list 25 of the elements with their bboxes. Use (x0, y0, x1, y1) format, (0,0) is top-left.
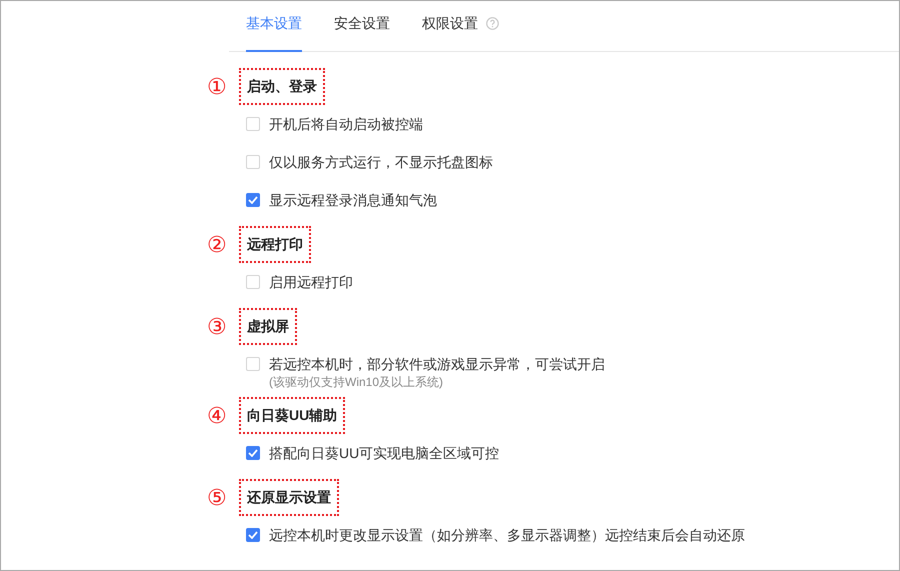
option-label: 仅以服务方式运行，不显示托盘图标 (269, 153, 493, 172)
section-heading: 启动、登录 (239, 68, 325, 105)
number-marker: ② (207, 232, 228, 256)
checkbox[interactable] (246, 528, 260, 542)
number-marker: ③ (207, 314, 228, 338)
tab[interactable]: 权限设置 (422, 1, 499, 52)
tab[interactable]: 安全设置 (334, 1, 390, 52)
tab[interactable]: 基本设置 (246, 1, 302, 52)
option-note: (该驱动仅支持Win10及以上系统) (269, 374, 444, 390)
option-label: 远控本机时更改显示设置（如分辨率、多显示器调整）远控结束后会自动还原 (269, 526, 745, 545)
number-marker: ⑤ (207, 486, 228, 510)
checkbox[interactable] (246, 193, 260, 207)
option-label: 若远控本机时，部分软件或游戏显示异常，可尝试开启 (269, 355, 605, 374)
section-heading: 远程打印 (239, 226, 311, 263)
option-label: 搭配向日葵UU可实现电脑全区域可控 (269, 444, 500, 463)
number-marker: ① (207, 74, 228, 98)
option-label: 开机后将自动启动被控端 (269, 115, 423, 134)
section-heading: 向日葵UU辅助 (239, 397, 346, 434)
section-heading: 虚拟屏 (239, 308, 297, 345)
help-icon[interactable] (486, 17, 499, 30)
option-label: 启用远程打印 (269, 273, 353, 292)
number-marker: ④ (207, 404, 228, 428)
option-label: 显示远程登录消息通知气泡 (269, 191, 437, 210)
checkbox[interactable] (246, 446, 260, 460)
section-heading: 还原显示设置 (239, 479, 339, 516)
